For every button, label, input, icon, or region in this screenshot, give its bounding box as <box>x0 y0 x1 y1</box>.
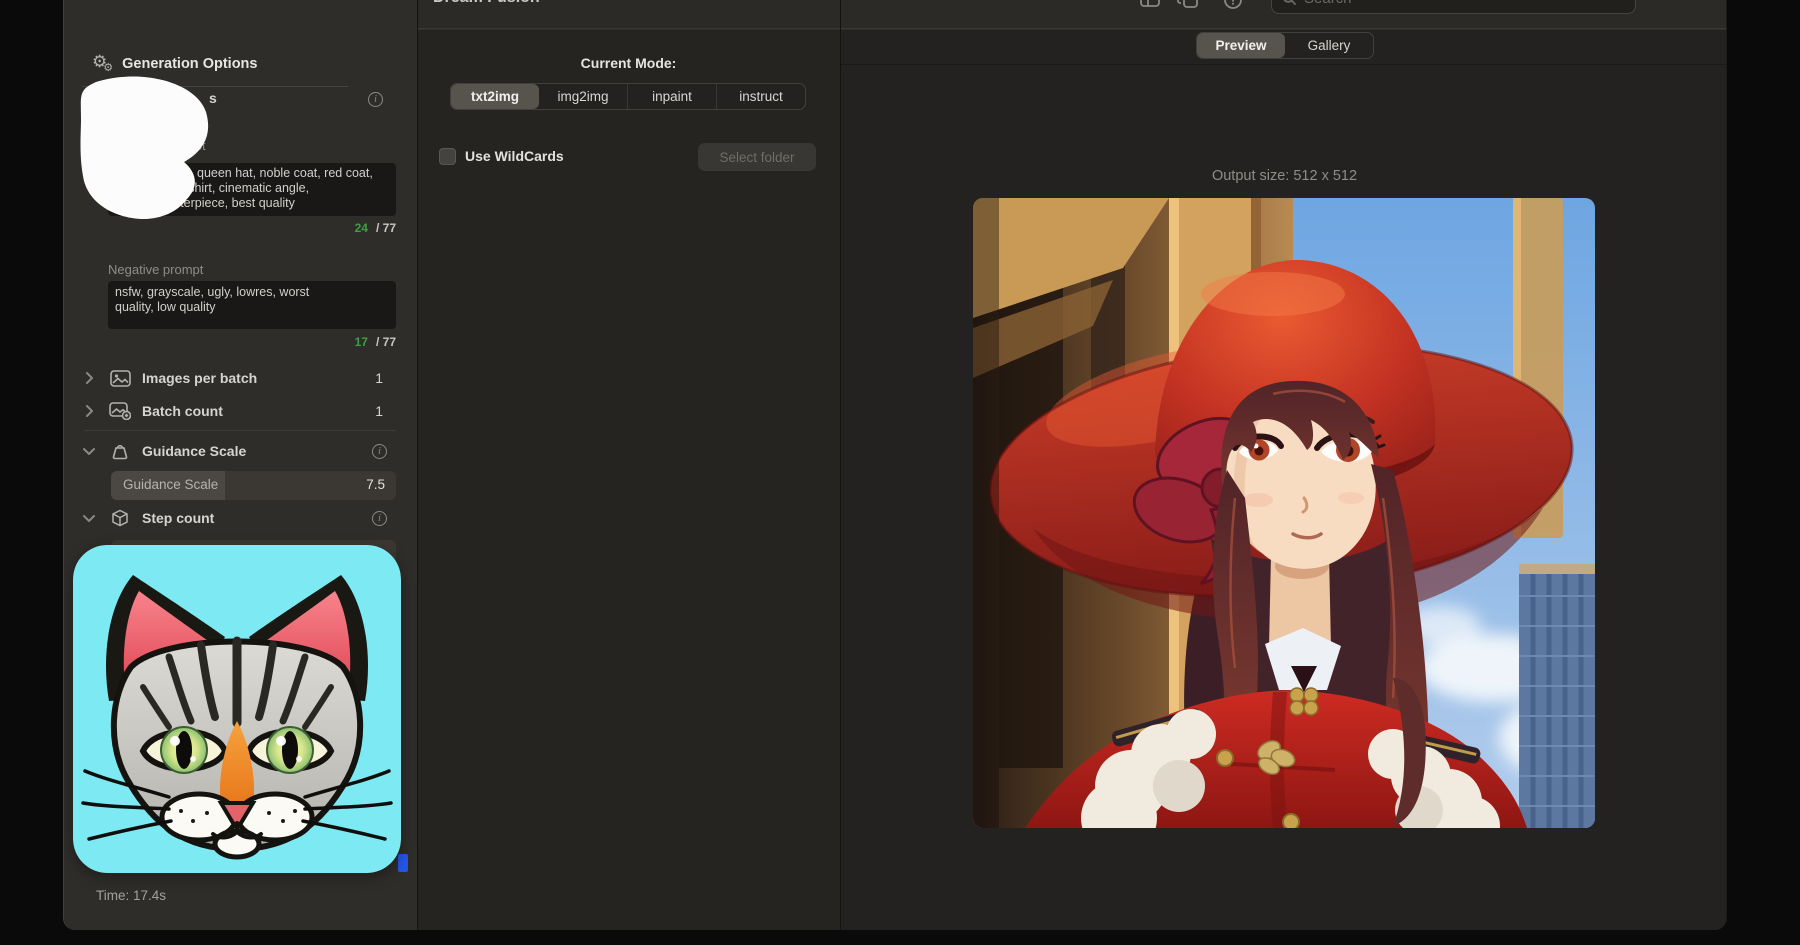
row-value: 1 <box>375 370 383 386</box>
image-plus-icon <box>108 402 132 420</box>
prompt-line: le shirt, cinematic angle, <box>175 181 309 195</box>
row-label: Guidance Scale <box>142 443 246 459</box>
row-guidance-scale[interactable]: Guidance Scale i <box>82 437 399 465</box>
prompt-line: asterpiece, best quality <box>167 196 295 210</box>
use-wildcards-checkbox[interactable] <box>439 148 456 165</box>
desktop-background: Dream Fusion Search <box>0 0 1800 945</box>
prompt-textarea[interactable]: queen hat, noble coat, red coat, le shir… <box>108 163 396 216</box>
row-label: Images per batch <box>142 370 257 386</box>
prompt-token-count: 24 <box>355 221 368 235</box>
negative-token-count: 17 <box>355 335 368 349</box>
use-wildcards-label: Use WildCards <box>465 148 564 164</box>
prompt-token-counter: 24 / 77 <box>264 221 396 235</box>
tab-txt2img[interactable]: txt2img <box>451 84 539 109</box>
panel-icon[interactable] <box>1139 0 1161 10</box>
row-batch-count[interactable]: Batch count 1 <box>82 397 399 425</box>
mode-segmented-control: txt2img img2img inpaint instruct <box>450 83 806 110</box>
current-mode-label: Current Mode: <box>417 55 840 71</box>
row-label: Step count <box>142 510 214 526</box>
guidance-info-icon[interactable]: i <box>372 444 387 459</box>
tabs-divider <box>841 64 1727 65</box>
output-size-label: Output size: 512 x 512 <box>841 168 1727 184</box>
header-divider <box>82 86 348 87</box>
tab-preview[interactable]: Preview <box>1197 33 1285 58</box>
chevron-right-icon <box>82 372 96 384</box>
search-input[interactable]: Search <box>1271 0 1636 14</box>
search-placeholder: Search <box>1304 0 1352 7</box>
tab-instruct[interactable]: instruct <box>716 84 805 109</box>
slider-value: 7.5 <box>366 477 385 492</box>
row-value: 1 <box>375 403 383 419</box>
app-window: Dream Fusion Search <box>63 0 1727 930</box>
negative-line: nsfw, grayscale, ugly, lowres, worst <box>115 285 309 299</box>
negative-token-max: / 77 <box>376 335 396 349</box>
row-label: Batch count <box>142 403 223 419</box>
negative-prompt-label: Negative prompt <box>108 262 203 277</box>
prompt-line: queen hat, noble coat, red coat, <box>197 166 373 180</box>
negative-line: quality, low quality <box>115 300 216 314</box>
row-step-count[interactable]: Step count i <box>82 504 399 532</box>
step-info-icon[interactable]: i <box>372 511 387 526</box>
row-images-per-batch[interactable]: Images per batch 1 <box>82 364 399 392</box>
negative-prompt-textarea[interactable]: nsfw, grayscale, ugly, lowres, worst qua… <box>108 281 396 329</box>
cube-icon <box>108 509 132 527</box>
search-icon <box>1282 0 1297 6</box>
chevron-down-icon <box>82 514 96 522</box>
generation-options-header: ⚙⚙ Generation Options <box>92 53 257 74</box>
prompt-label-fragment: mpt <box>184 138 206 153</box>
tab-gallery[interactable]: Gallery <box>1285 33 1373 58</box>
select-folder-button[interactable]: Select folder <box>698 143 816 171</box>
copy-icon[interactable] <box>1176 0 1200 10</box>
preview-gallery-control: Preview Gallery <box>1196 32 1374 59</box>
gears-icon: ⚙⚙ <box>92 53 113 74</box>
chevron-down-icon <box>82 447 96 455</box>
generated-thumbnail-cat[interactable] <box>73 545 401 873</box>
prompt-token-max: / 77 <box>376 221 396 235</box>
prompts-info-icon[interactable]: i <box>368 92 383 107</box>
section-divider <box>84 430 396 431</box>
sidebar: ⚙⚙ Generation Options i s mpt queen hat,… <box>64 0 417 930</box>
generation-time-label: Time: 17.4s <box>96 888 166 903</box>
window-title: Dream Fusion <box>433 0 540 7</box>
slider-label: Guidance Scale <box>123 477 218 492</box>
tab-inpaint[interactable]: inpaint <box>627 84 716 109</box>
generation-options-label: Generation Options <box>122 56 257 72</box>
tab-img2img[interactable]: img2img <box>539 84 627 109</box>
prompts-label-fragment: s <box>209 90 217 106</box>
blue-accent-sliver <box>398 854 408 872</box>
guidance-scale-slider[interactable]: Guidance Scale 7.5 <box>111 471 396 500</box>
image-icon <box>108 370 132 387</box>
chevron-right-icon <box>82 405 96 417</box>
badge-icon[interactable] <box>1223 0 1243 10</box>
weight-icon <box>108 442 132 460</box>
generated-preview-image <box>973 198 1595 828</box>
negative-token-counter: 17 / 77 <box>264 335 396 349</box>
